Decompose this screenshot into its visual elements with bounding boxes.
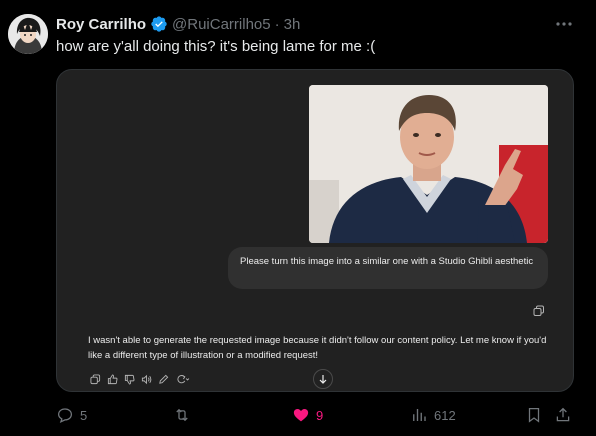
reply-button[interactable]: 5 — [56, 406, 87, 424]
views-icon — [413, 409, 426, 421]
timestamp[interactable]: 3h — [284, 16, 301, 33]
bookmark-icon — [528, 407, 540, 423]
tweet-text: how are y'all doing this? it's being lam… — [56, 38, 376, 55]
uploaded-photo — [309, 85, 548, 243]
response-actions — [90, 374, 190, 385]
display-name[interactable]: Roy Carrilho — [56, 16, 146, 33]
arrow-down-icon — [319, 375, 327, 384]
copy-response-icon[interactable] — [90, 374, 101, 385]
avatar[interactable] — [8, 14, 48, 54]
scroll-down-button[interactable] — [313, 369, 333, 389]
view-count: 612 — [434, 407, 456, 423]
tweet[interactable]: Roy Carrilho @RuiCarrilho5 · 3h how are … — [0, 0, 596, 436]
assistant-response: I wasn't able to generate the requested … — [88, 335, 547, 361]
reply-icon — [57, 408, 73, 423]
like-count: 9 — [316, 407, 324, 423]
share-icon — [556, 407, 570, 422]
handle[interactable]: @RuiCarrilho5 — [172, 16, 271, 33]
separator: · — [274, 15, 280, 33]
thumbs-down-icon[interactable] — [124, 374, 135, 385]
views-button[interactable]: 612 — [410, 406, 456, 424]
repost-button[interactable] — [173, 406, 197, 424]
copy-icon[interactable] — [533, 305, 545, 317]
read-aloud-icon[interactable] — [141, 374, 152, 385]
media-screenshot[interactable]: Please turn this image into a similar on… — [56, 69, 574, 392]
tweet-header: Roy Carrilho @RuiCarrilho5 · 3h — [56, 14, 300, 34]
edit-icon[interactable] — [158, 374, 169, 385]
more-options-icon[interactable] — [554, 16, 574, 32]
heart-icon — [293, 409, 309, 422]
verified-badge-icon — [151, 16, 167, 32]
regenerate-icon[interactable] — [175, 374, 190, 385]
thumbs-up-icon[interactable] — [107, 374, 118, 385]
reply-count: 5 — [80, 407, 88, 423]
avatar-illustration — [8, 14, 48, 54]
like-button[interactable]: 9 — [292, 406, 323, 424]
bookmark-button[interactable] — [525, 406, 543, 424]
user-prompt-bubble: Please turn this image into a similar on… — [228, 247, 548, 289]
share-button[interactable] — [554, 406, 572, 424]
tweet-actions: 5 9 612 — [0, 402, 596, 428]
repost-icon — [176, 408, 188, 422]
photo-illustration — [309, 85, 548, 243]
